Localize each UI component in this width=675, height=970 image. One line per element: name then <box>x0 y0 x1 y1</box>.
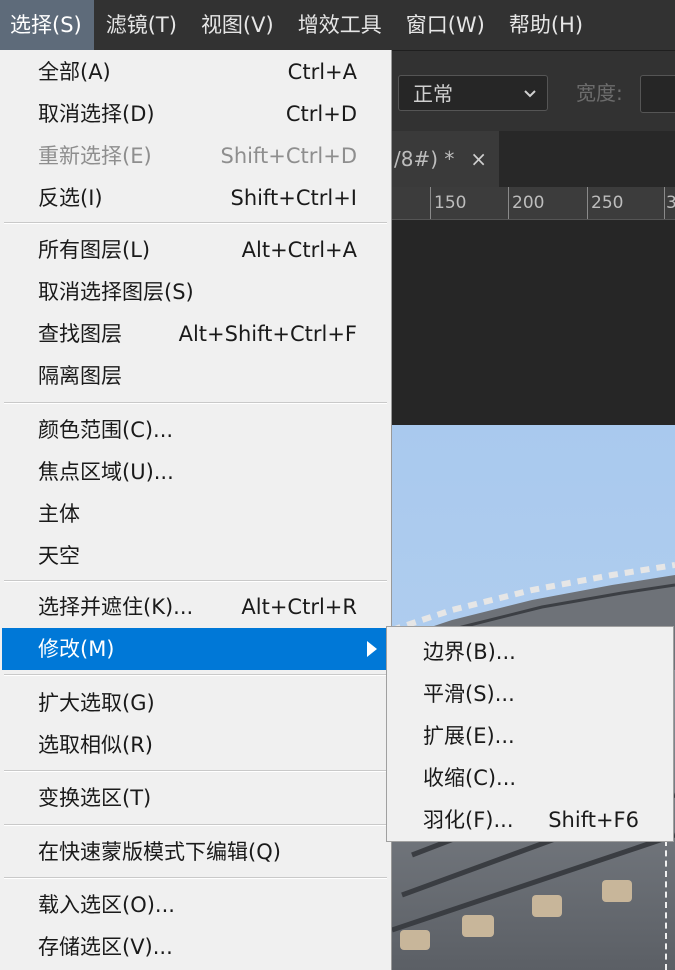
close-icon[interactable]: × <box>470 131 487 187</box>
menu-item-subject[interactable]: 主体 <box>2 493 389 535</box>
width-input[interactable] <box>640 75 675 113</box>
menu-item-label: 反选(I) <box>38 186 103 210</box>
menubar: 选择(S) 滤镜(T) 视图(V) 增效工具 窗口(W) 帮助(H) <box>0 0 675 50</box>
menu-item-label: 存储选区(V)... <box>38 935 173 959</box>
menu-item-find-layers[interactable]: 查找图层 Alt+Shift+Ctrl+F <box>2 313 389 355</box>
menu-item-shortcut: Alt+Ctrl+R <box>241 595 357 619</box>
menu-item-shortcut: Ctrl+D <box>285 102 357 126</box>
menu-item-quick-mask[interactable]: 在快速蒙版模式下编辑(Q) <box>2 831 389 873</box>
ruler-tick <box>508 187 509 219</box>
menu-item-isolate-layers[interactable]: 隔离图层 <box>2 355 389 397</box>
ruler-label: 150 <box>434 193 467 213</box>
menu-item-shortcut: Alt+Ctrl+A <box>241 238 357 262</box>
menu-plugins[interactable]: 增效工具 <box>286 0 394 50</box>
menu-item-shortcut: Ctrl+A <box>287 60 357 84</box>
menu-separator <box>4 824 387 826</box>
menu-item-label: 选择并遮住(K)... <box>38 595 194 619</box>
menu-item-grow[interactable]: 扩大选取(G) <box>2 682 389 724</box>
menu-item-color-range[interactable]: 颜色范围(C)... <box>2 409 389 451</box>
menu-item-inverse[interactable]: 反选(I) Shift+Ctrl+I <box>2 177 389 219</box>
submenu-item-label: 收缩(C)... <box>423 766 517 790</box>
menu-window[interactable]: 窗口(W) <box>394 0 497 50</box>
submenu-item-label: 平滑(S)... <box>423 682 515 706</box>
ruler-label: 3 <box>666 193 675 213</box>
selection-marquee <box>665 840 667 970</box>
blend-mode-value: 正常 <box>413 82 453 106</box>
menu-item-label: 取消选择图层(S) <box>38 280 194 304</box>
menu-item-load-selection[interactable]: 载入选区(O)... <box>2 884 389 926</box>
menu-separator <box>4 770 387 772</box>
ruler-label: 250 <box>591 193 624 213</box>
menu-item-select-and-mask[interactable]: 选择并遮住(K)... Alt+Ctrl+R <box>2 586 389 628</box>
menu-item-label: 颜色范围(C)... <box>38 418 174 442</box>
submenu-item-contract[interactable]: 收缩(C)... <box>387 757 673 799</box>
menu-separator <box>4 877 387 879</box>
ruler-tick <box>664 187 665 219</box>
blend-mode-select[interactable]: 正常 <box>398 75 548 111</box>
menu-item-transform-selection[interactable]: 变换选区(T) <box>2 777 389 819</box>
ruler-label: 200 <box>512 193 545 213</box>
menu-item-label: 重新选择(E) <box>38 144 152 168</box>
ruler-tick <box>430 187 431 219</box>
submenu-item-border[interactable]: 边界(B)... <box>387 631 673 673</box>
menu-item-label: 查找图层 <box>38 322 122 346</box>
submenu-arrow-icon <box>367 641 377 657</box>
ruler-tick <box>587 187 588 219</box>
menu-item-sky[interactable]: 天空 <box>2 535 389 577</box>
menu-item-label: 扩大选取(G) <box>38 691 155 715</box>
horizontal-ruler: 150 200 250 3 <box>392 187 675 220</box>
modify-submenu: 边界(B)... 平滑(S)... 扩展(E)... 收缩(C)... 羽化(F… <box>386 626 674 842</box>
menu-item-save-selection[interactable]: 存储选区(V)... <box>2 926 389 968</box>
menu-item-label: 载入选区(O)... <box>38 893 175 917</box>
menu-item-deselect-layers[interactable]: 取消选择图层(S) <box>2 271 389 313</box>
menu-item-label: 主体 <box>38 502 80 526</box>
menu-separator <box>4 580 387 582</box>
menu-item-shortcut: Shift+Ctrl+I <box>230 186 357 210</box>
submenu-item-label: 边界(B)... <box>423 640 516 664</box>
chevron-down-icon <box>523 76 537 126</box>
menu-item-modify[interactable]: 修改(M) <box>2 628 389 670</box>
select-menu-dropdown: 全部(A) Ctrl+A 取消选择(D) Ctrl+D 重新选择(E) Shif… <box>0 50 392 970</box>
menu-item-label: 取消选择(D) <box>38 102 155 126</box>
menu-item-label: 隔离图层 <box>38 364 122 388</box>
submenu-item-shortcut: Shift+F6 <box>548 808 639 832</box>
menu-item-focus-area[interactable]: 焦点区域(U)... <box>2 451 389 493</box>
menu-separator <box>4 222 387 224</box>
menu-item-all-layers[interactable]: 所有图层(L) Alt+Ctrl+A <box>2 229 389 271</box>
document-tab-strip: /8#) * × <box>392 131 675 187</box>
menu-item-label: 全部(A) <box>38 60 111 84</box>
menu-filter[interactable]: 滤镜(T) <box>94 0 189 50</box>
options-bar: 正常 宽度: <box>392 50 675 132</box>
submenu-item-feather[interactable]: 羽化(F)... Shift+F6 <box>387 799 673 841</box>
menu-help[interactable]: 帮助(H) <box>497 0 595 50</box>
submenu-item-expand[interactable]: 扩展(E)... <box>387 715 673 757</box>
menu-item-label: 所有图层(L) <box>38 238 151 262</box>
width-label: 宽度: <box>576 81 623 105</box>
menu-item-shortcut: Shift+Ctrl+D <box>220 144 357 168</box>
menu-select[interactable]: 选择(S) <box>0 0 94 50</box>
document-canvas[interactable] <box>392 220 675 970</box>
submenu-item-label: 扩展(E)... <box>423 724 515 748</box>
menu-item-label: 变换选区(T) <box>38 786 152 810</box>
menu-separator <box>4 674 387 676</box>
menu-item-reselect: 重新选择(E) Shift+Ctrl+D <box>2 135 389 177</box>
menu-item-all[interactable]: 全部(A) Ctrl+A <box>2 51 389 93</box>
menu-item-label: 修改(M) <box>38 637 115 661</box>
submenu-item-label: 羽化(F)... <box>423 808 514 832</box>
submenu-item-smooth[interactable]: 平滑(S)... <box>387 673 673 715</box>
menu-item-label: 在快速蒙版模式下编辑(Q) <box>38 840 281 864</box>
document-tab[interactable]: /8#) * × <box>392 131 499 187</box>
menu-item-label: 选取相似(R) <box>38 733 153 757</box>
menu-item-shortcut: Alt+Shift+Ctrl+F <box>178 322 357 346</box>
menu-item-similar[interactable]: 选取相似(R) <box>2 724 389 766</box>
menu-item-label: 天空 <box>38 544 80 568</box>
menu-view[interactable]: 视图(V) <box>189 0 286 50</box>
menu-item-deselect[interactable]: 取消选择(D) Ctrl+D <box>2 93 389 135</box>
menu-separator <box>4 402 387 404</box>
document-tab-title: /8#) * <box>394 147 455 171</box>
menu-item-label: 焦点区域(U)... <box>38 460 174 484</box>
